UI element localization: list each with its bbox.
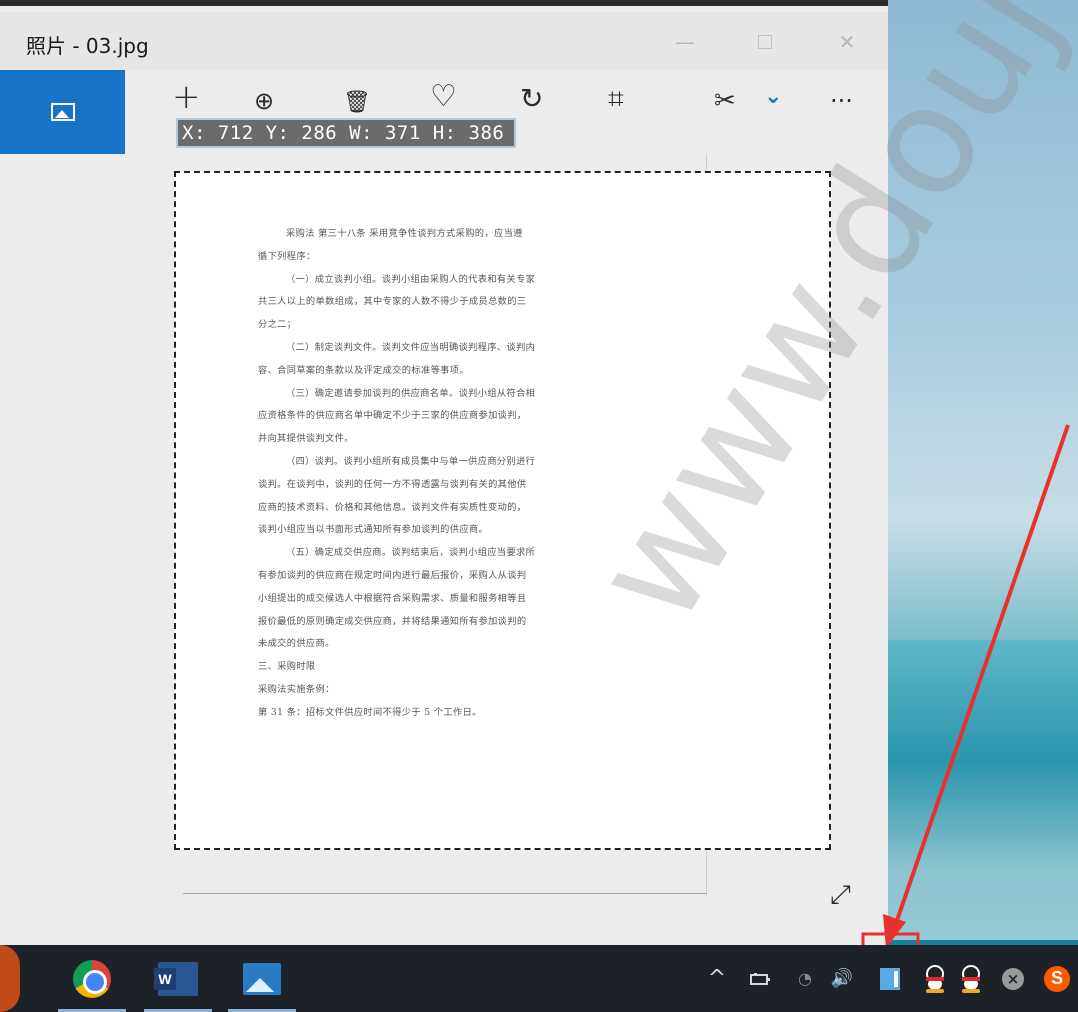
rotate-icon[interactable]: ↻ xyxy=(520,85,543,113)
maximize-icon xyxy=(758,35,772,49)
start-edge-icon[interactable] xyxy=(0,945,20,1012)
wallpaper-foam xyxy=(888,760,1078,940)
taskbar: W xyxy=(0,945,1078,1012)
edit-dropdown-chevron-icon[interactable]: ⌄ xyxy=(764,84,782,110)
qq-penguin-icon xyxy=(959,964,983,993)
x-circle-icon: × xyxy=(1002,967,1024,990)
document-line: （一）成立谈判小组。谈判小组由采购人的代表和有关专家 xyxy=(286,273,536,285)
sogou-s-icon: S xyxy=(1044,965,1070,992)
battery-glyph xyxy=(750,972,770,985)
taskbar-photos[interactable] xyxy=(222,945,302,1012)
battery-icon[interactable] xyxy=(744,945,778,1012)
qq-icon-1[interactable] xyxy=(918,945,952,1012)
document-line: 采购法 第三十八条 采用竞争性谈判方式采购的，应当遵 xyxy=(286,228,523,239)
more-options-icon[interactable]: ··· xyxy=(830,88,853,114)
show-hidden-icons-chevron[interactable]: ^ xyxy=(702,945,732,1012)
document-line: （三）确定邀请参加谈判的供应商名单。谈判小组从符合相 xyxy=(286,387,536,399)
blue-square-icon xyxy=(880,967,900,990)
sogou-input-icon[interactable]: S xyxy=(1040,945,1074,1012)
document-line: 共三人以上的单数组成，其中专家的人数不得少于成员总数的三 xyxy=(258,296,527,308)
document-line: 小组提出的成交候选人中根据符合采购需求、质量和服务相等且 xyxy=(258,592,527,604)
document-line: 分之二； xyxy=(258,319,297,331)
document-line: 谈判小组应当以书面形式通知所有参加谈判的供应商。 xyxy=(258,524,489,536)
document-line: 报价最低的原则确定成交供应商，并将结果通知所有参加谈判的 xyxy=(258,615,527,627)
delete-icon[interactable]: 🗑 xyxy=(343,90,371,116)
qq-penguin-icon xyxy=(923,964,947,993)
see-all-photos-button[interactable] xyxy=(0,70,125,154)
selection-coordinate-readout: X: 712 Y: 286 W: 371 H: 386 xyxy=(176,118,516,148)
maximize-button[interactable] xyxy=(742,24,788,60)
zoom-icon[interactable]: ⊕ xyxy=(254,88,274,114)
document-line: 并向其提供谈判文件。 xyxy=(258,433,354,445)
window-title: 照片 - 03.jpg xyxy=(26,34,149,58)
document-line: 谈判。在谈判中，谈判的任何一方不得透露与谈判有关的其他供 xyxy=(258,478,527,490)
tray-app-blue-icon[interactable] xyxy=(873,945,907,1012)
add-to-icon[interactable]: + xyxy=(172,80,201,114)
desktop-wallpaper xyxy=(888,0,1078,945)
document-line: 应商的技术资料、价格和其他信息。谈判文件有实质性变动的， xyxy=(258,501,527,513)
document-line: 第 31 条：招标文件供应时间不得少于 5 个工作日。 xyxy=(258,706,482,718)
chrome-icon xyxy=(73,959,111,998)
document-image: 采购法 第三十八条 采用竞争性谈判方式采购的，应当遵循下列程序： （一）成立谈判小… xyxy=(174,171,831,850)
document-line: （五）确定成交供应商。谈判结束后，谈判小组应当要求所 xyxy=(286,547,536,559)
word-icon: W xyxy=(154,961,198,996)
minimize-button[interactable]: — xyxy=(662,24,708,60)
taskbar-chrome[interactable] xyxy=(52,945,132,1012)
close-icon: ✕ xyxy=(838,30,856,54)
photos-icon xyxy=(243,962,281,995)
document-line: 容、合同草案的条款以及评定成交的标准等事项。 xyxy=(258,364,469,376)
document-line: 应资格条件的供应商名单中确定不少于三家的供应商参加谈判， xyxy=(258,410,527,422)
wifi-icon[interactable]: ◔ xyxy=(790,945,820,1012)
blocked-app-icon[interactable]: × xyxy=(998,945,1028,1012)
volume-icon[interactable]: 🔊 xyxy=(826,945,858,1012)
qq-icon-2[interactable] xyxy=(954,945,988,1012)
title-bar: 照片 - 03.jpg — ✕ xyxy=(0,12,888,70)
edit-create-icon[interactable]: ✂ xyxy=(714,88,736,114)
full-screen-expand-icon[interactable]: ⤢ xyxy=(830,880,851,911)
document-line: 循下列程序： xyxy=(258,250,316,262)
taskbar-word[interactable]: W xyxy=(138,945,218,1012)
document-line: （二）制定谈判文件。谈判文件应当明确谈判程序、谈判内 xyxy=(286,341,536,353)
document-text: 采购法 第三十八条 采用竞争性谈判方式采购的，应当遵循下列程序： （一）成立谈判小… xyxy=(258,223,636,725)
image-icon xyxy=(50,103,75,121)
document-line: 三、采购时限 xyxy=(258,661,316,673)
document-line: （四）谈判。谈判小组所有成员集中与单一供应商分别进行 xyxy=(286,455,536,467)
crop-icon[interactable]: ⌗ xyxy=(608,85,624,113)
document-line: 采购法实施条例： xyxy=(258,683,335,695)
minimize-icon: — xyxy=(675,30,695,54)
word-letter: W xyxy=(154,967,176,990)
favorite-icon[interactable]: ♡ xyxy=(430,82,457,112)
canvas-divider-horizontal xyxy=(183,893,707,894)
close-button[interactable]: ✕ xyxy=(824,24,870,60)
document-line: 有参加谈判的供应商在规定时间内进行最后报价，采购人从谈判 xyxy=(258,569,527,581)
document-line: 未成交的供应商。 xyxy=(258,638,335,650)
